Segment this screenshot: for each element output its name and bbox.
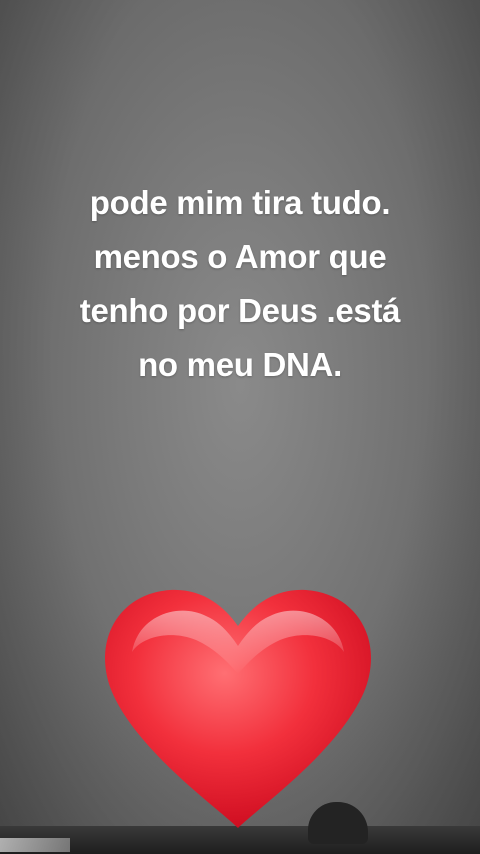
heart-icon [105, 589, 371, 828]
quote-line-2: menos o Amor que [93, 238, 387, 275]
quote-text: pode mim tira tudo. menos o Amor que ten… [20, 176, 460, 392]
quote-line-3: tenho por Deus .está [79, 292, 401, 329]
quote-line-4: no meu DNA. [138, 346, 342, 383]
ground-light [0, 838, 70, 852]
story-screen: pode mim tira tudo. menos o Amor que ten… [0, 0, 480, 854]
quote-line-1: pode mim tira tudo. [89, 184, 391, 221]
